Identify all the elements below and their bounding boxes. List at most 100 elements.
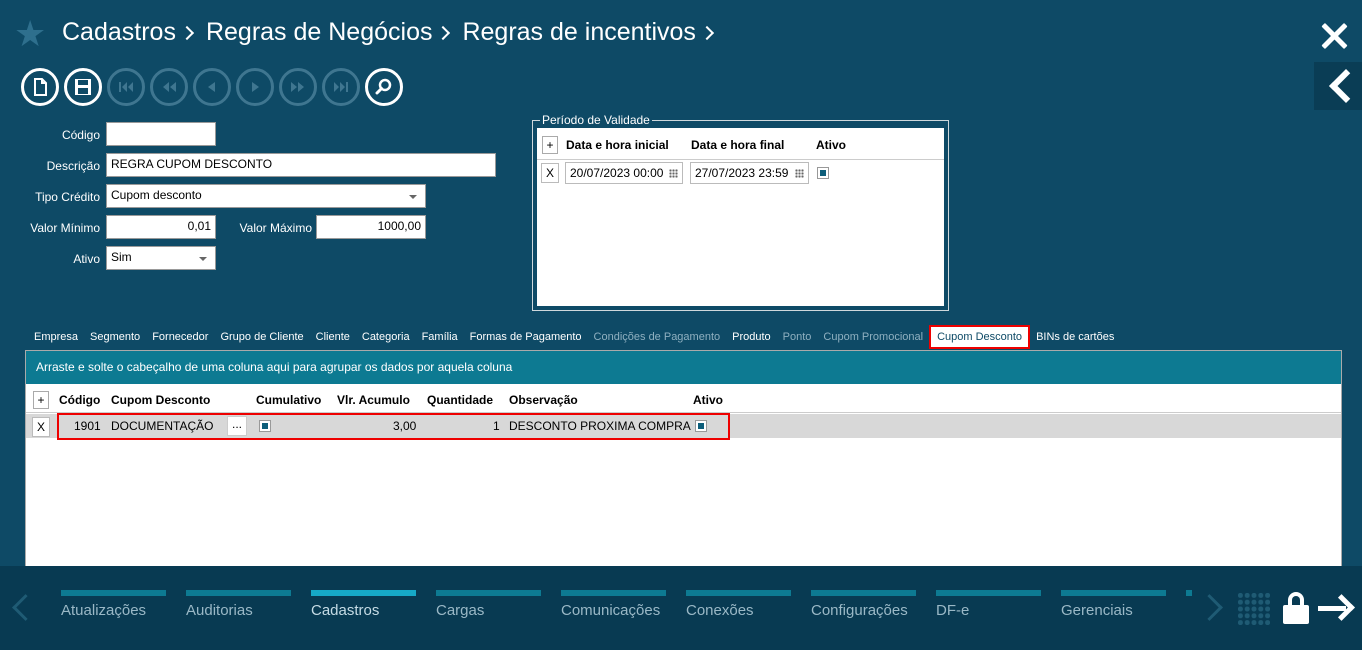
- tab-produto[interactable]: Produto: [726, 325, 777, 349]
- first-record-button[interactable]: [107, 68, 145, 106]
- col-data-inicial[interactable]: Data e hora inicial: [566, 138, 669, 152]
- menu-item-configuracoes[interactable]: Configurações: [811, 590, 936, 624]
- group-by-bar[interactable]: Arraste e solte o cabeçalho de uma colun…: [26, 351, 1341, 384]
- tipo-credito-select[interactable]: Cupom desconto: [106, 184, 426, 208]
- scroll-right-icon[interactable]: [1200, 590, 1220, 624]
- menu-item-gerenciais[interactable]: Gerenciais: [1061, 590, 1186, 624]
- tab-cupom-promocional[interactable]: Cupom Promocional: [817, 325, 929, 349]
- col-cupom-desconto[interactable]: Cupom Desconto: [111, 393, 210, 407]
- menu-item-conexoes[interactable]: Conexões: [686, 590, 811, 624]
- menu-item-auditorias[interactable]: Auditorias: [186, 590, 311, 624]
- data-final-input[interactable]: 27/07/2023 23:59: [690, 162, 809, 184]
- menu-item-bar: [1186, 590, 1192, 596]
- save-icon: [75, 79, 91, 95]
- filter-tabs: Empresa Segmento Fornecedor Grupo de Client…: [28, 324, 1120, 350]
- tab-formas-de-pagamento[interactable]: Formas de Pagamento: [464, 325, 588, 349]
- tab-bins-de-cartoes[interactable]: BINs de cartões: [1030, 325, 1120, 349]
- col-vlr-acumulo[interactable]: Vlr. Acumulo: [337, 393, 410, 407]
- breadcrumb-item-cadastros[interactable]: Cadastros: [62, 18, 176, 47]
- lock-icon[interactable]: [1283, 592, 1309, 624]
- last-record-button[interactable]: [322, 68, 360, 106]
- add-periodo-button[interactable]: +: [542, 136, 558, 154]
- col-cumulativo[interactable]: Cumulativo: [256, 393, 321, 407]
- row-highlight-box: [57, 413, 730, 440]
- menu-item-label: Atualizações: [61, 602, 147, 619]
- valor-minimo-input[interactable]: 0,01: [106, 215, 216, 239]
- menu-item-label: DF-e: [936, 602, 970, 619]
- col-observacao[interactable]: Observação: [509, 393, 578, 407]
- first-record-icon: [119, 82, 133, 92]
- new-document-button[interactable]: [21, 68, 59, 106]
- tab-segmento[interactable]: Segmento: [84, 325, 146, 349]
- menu-item-bar: [936, 590, 1041, 596]
- col-codigo[interactable]: Código: [59, 393, 100, 407]
- tab-familia[interactable]: Família: [416, 325, 464, 349]
- breadcrumb-item-regras-negocios[interactable]: Regras de Negócios: [206, 18, 433, 47]
- menu-item-bar: [436, 590, 541, 596]
- calendar-icon[interactable]: [795, 169, 804, 178]
- col-data-final[interactable]: Data e hora final: [691, 138, 784, 152]
- next-record-button[interactable]: [236, 68, 274, 106]
- valor-maximo-input[interactable]: 1000,00: [316, 215, 426, 239]
- tab-fornecedor[interactable]: Fornecedor: [146, 325, 214, 349]
- favorite-star-icon[interactable]: ★: [14, 16, 46, 52]
- module-menu: Atualizações Auditorias Cadastros Cargas Com…: [61, 590, 1192, 624]
- search-button[interactable]: [365, 68, 403, 106]
- tab-cliente[interactable]: Cliente: [310, 325, 356, 349]
- remove-periodo-button[interactable]: X: [541, 163, 559, 183]
- search-icon: [375, 78, 392, 95]
- record-toolbar: [21, 68, 403, 106]
- menu-item-overflow[interactable]: [1186, 590, 1192, 624]
- next-record-icon: [252, 82, 259, 92]
- chevron-right-icon: [699, 25, 715, 40]
- back-arrow-icon[interactable]: [1314, 62, 1362, 110]
- fast-forward-button[interactable]: [279, 68, 317, 106]
- tab-cupom-desconto[interactable]: Cupom Desconto: [929, 325, 1031, 349]
- scroll-left-icon[interactable]: [10, 590, 30, 624]
- menu-item-label: Configurações: [811, 602, 908, 619]
- valor-minimo-label: Valor Mínimo: [30, 221, 100, 235]
- menu-item-atualizacoes[interactable]: Atualizações: [61, 590, 186, 624]
- menu-item-cargas[interactable]: Cargas: [436, 590, 561, 624]
- tab-ponto[interactable]: Ponto: [777, 325, 818, 349]
- previous-record-button[interactable]: [193, 68, 231, 106]
- menu-item-bar: [186, 590, 291, 596]
- ativo-select[interactable]: Sim: [106, 246, 216, 270]
- data-inicial-value: 20/07/2023 00:00: [570, 166, 664, 180]
- menu-item-bar: [686, 590, 791, 596]
- tab-grupo-de-cliente[interactable]: Grupo de Cliente: [214, 325, 309, 349]
- menu-item-cadastros[interactable]: Cadastros: [311, 590, 436, 624]
- tab-empresa[interactable]: Empresa: [28, 325, 84, 349]
- col-quantidade[interactable]: Quantidade: [427, 393, 493, 407]
- periodo-ativo-checkbox[interactable]: [817, 167, 829, 179]
- menu-item-bar: [61, 590, 166, 596]
- breadcrumb-item-regras-incentivos[interactable]: Regras de incentivos: [462, 18, 695, 47]
- save-button[interactable]: [64, 68, 102, 106]
- logout-arrow-icon[interactable]: [1318, 596, 1352, 620]
- menu-item-comunicacoes[interactable]: Comunicações: [561, 590, 686, 624]
- calendar-icon[interactable]: [669, 169, 678, 178]
- close-icon[interactable]: [1320, 22, 1348, 50]
- data-final-value: 27/07/2023 23:59: [695, 166, 789, 180]
- rewind-icon: [163, 82, 176, 92]
- fast-forward-icon: [291, 82, 304, 92]
- codigo-input[interactable]: [106, 122, 216, 146]
- menu-item-label: Cadastros: [311, 602, 380, 619]
- previous-record-icon: [208, 82, 215, 92]
- descricao-input[interactable]: REGRA CUPOM DESCONTO: [106, 153, 496, 177]
- add-cupom-button[interactable]: +: [33, 391, 49, 409]
- col-ativo[interactable]: Ativo: [693, 393, 723, 407]
- col-ativo[interactable]: Ativo: [816, 138, 846, 152]
- menu-item-label: Cargas: [436, 602, 485, 619]
- periodo-validade-legend: Período de Validade: [540, 113, 652, 127]
- rewind-button[interactable]: [150, 68, 188, 106]
- tipo-credito-label: Tipo Crédito: [35, 190, 100, 204]
- apps-grid-icon[interactable]: [1237, 592, 1271, 626]
- menu-item-df-e[interactable]: DF-e: [936, 590, 1061, 624]
- tab-condicoes-de-pagamento[interactable]: Condições de Pagamento: [588, 325, 727, 349]
- tab-categoria[interactable]: Categoria: [356, 325, 416, 349]
- menu-item-label: Gerenciais: [1061, 602, 1133, 619]
- data-inicial-input[interactable]: 20/07/2023 00:00: [565, 162, 683, 184]
- remove-cupom-button[interactable]: X: [32, 417, 50, 437]
- new-document-icon: [34, 78, 47, 96]
